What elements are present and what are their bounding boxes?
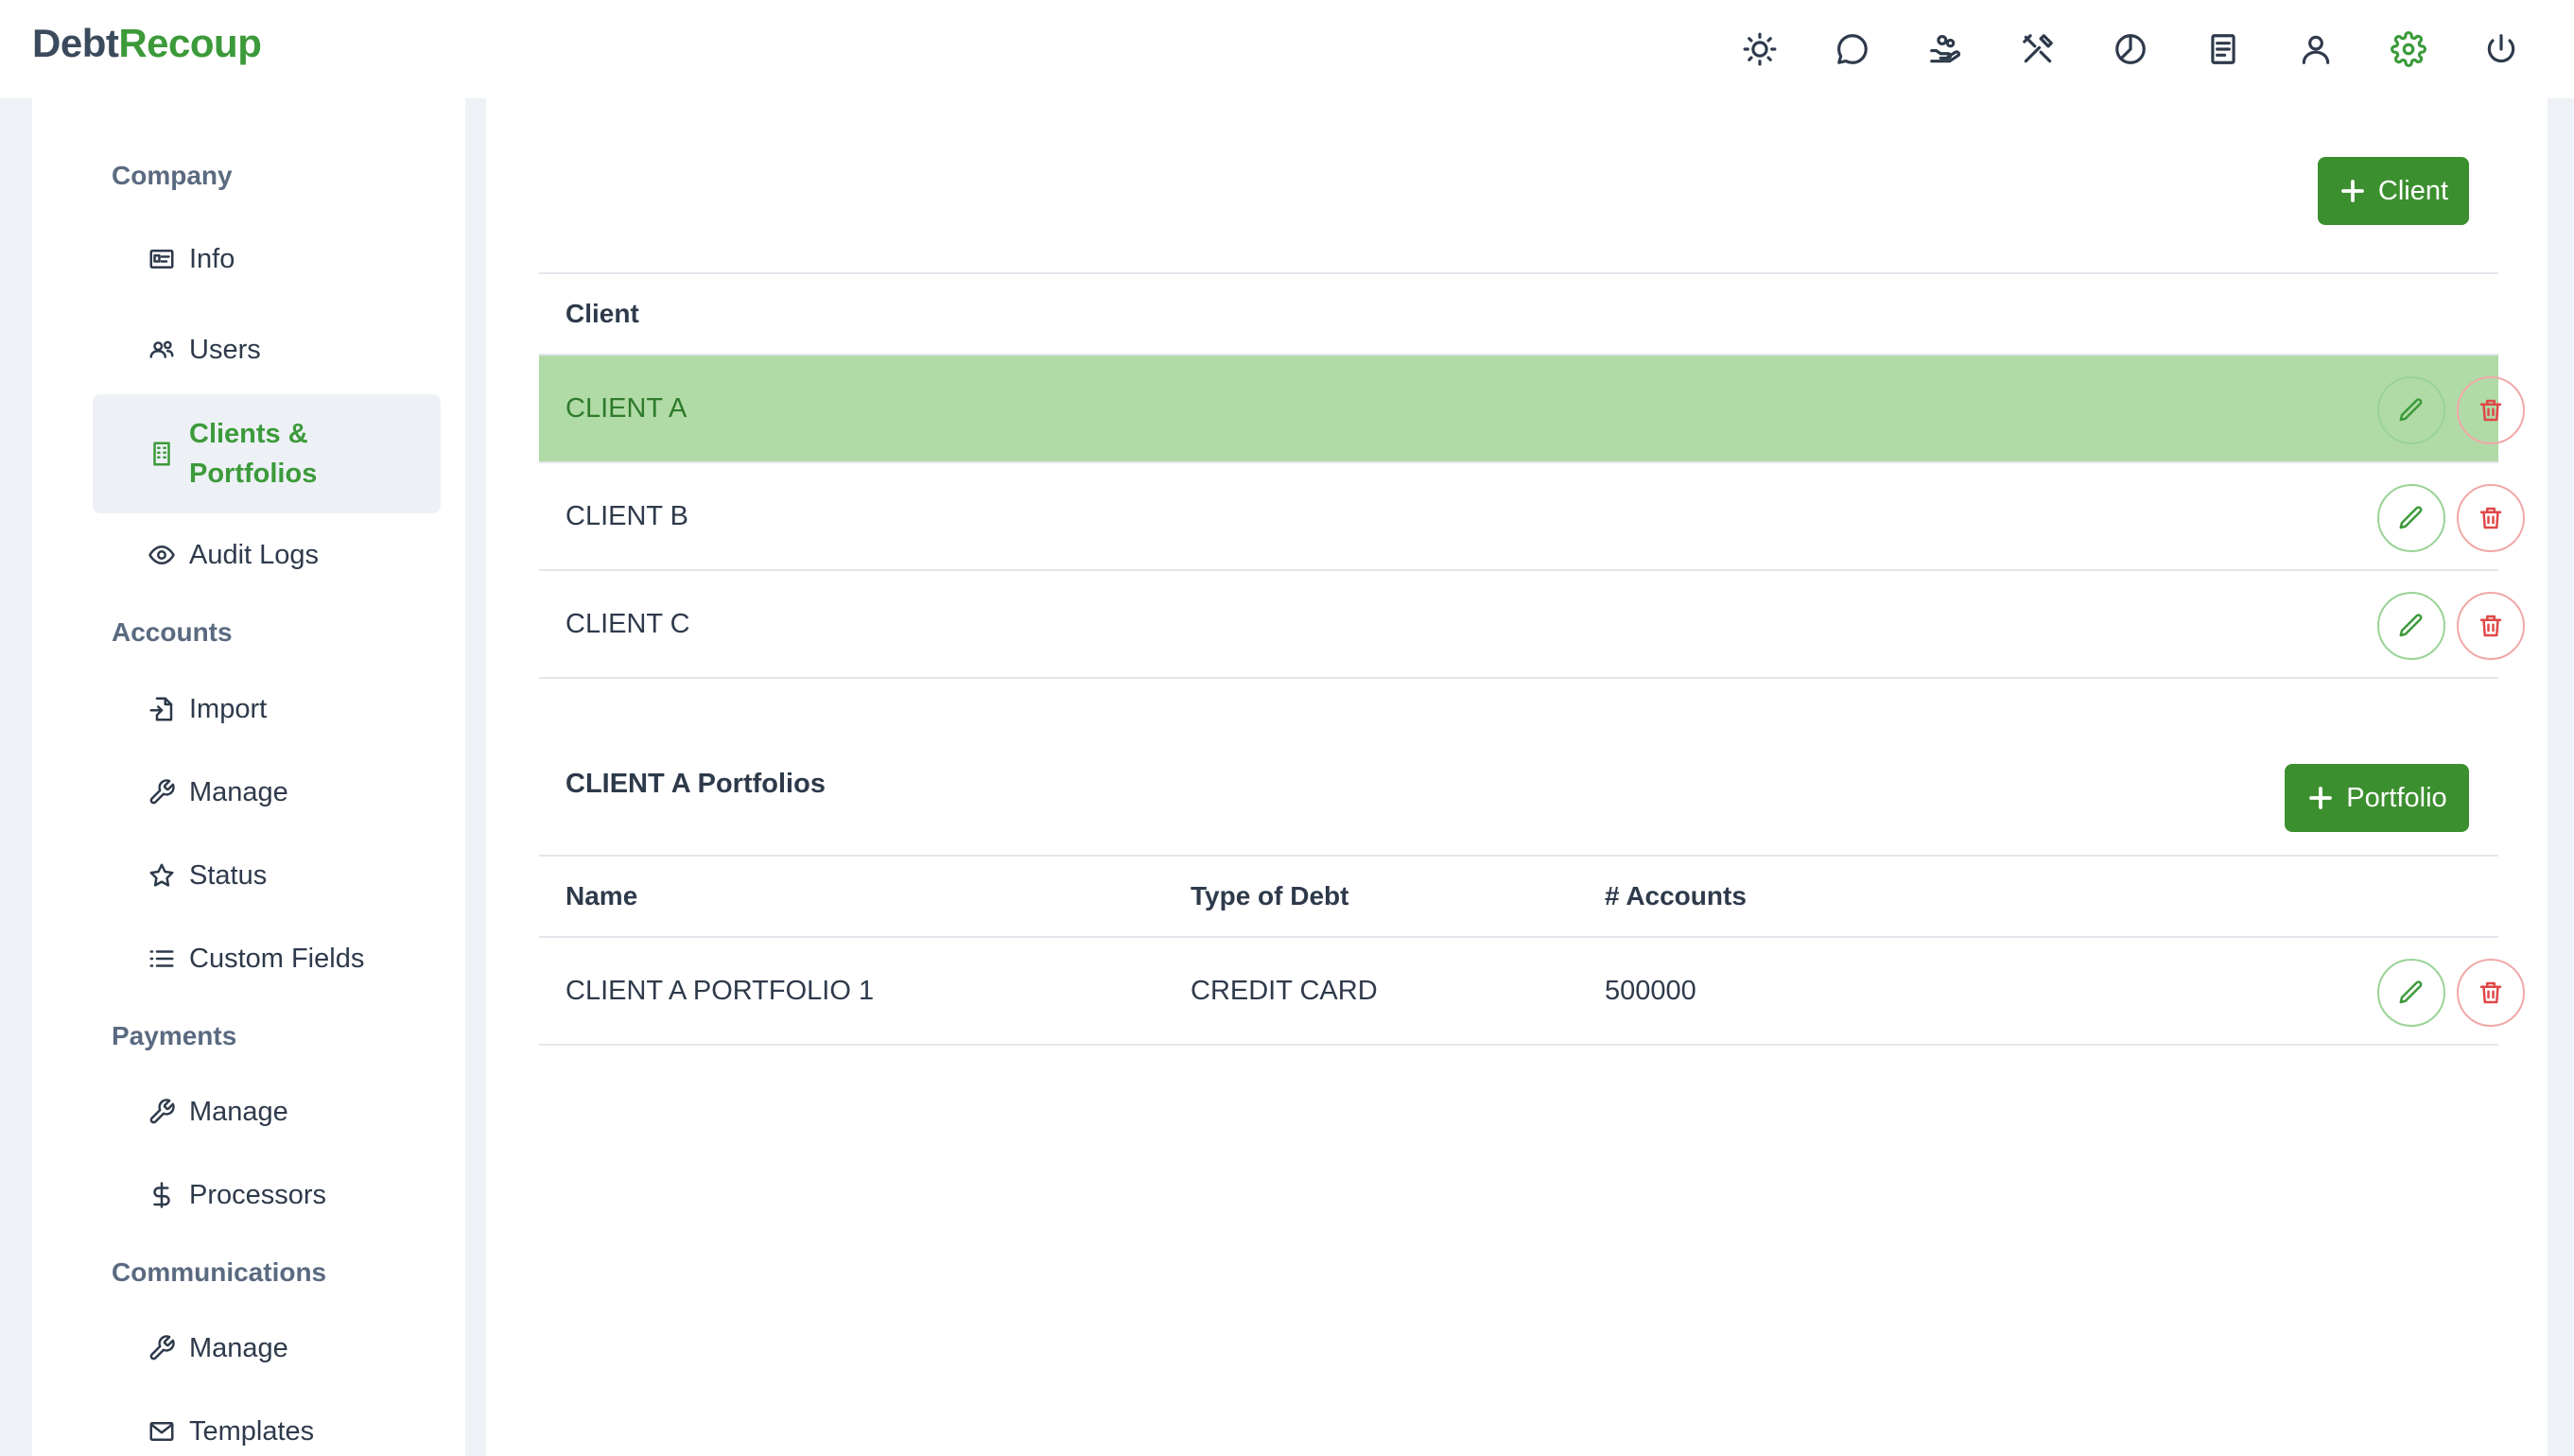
pencil-icon xyxy=(2399,614,2423,637)
add-portfolio-button[interactable]: Portfolio xyxy=(2285,764,2469,832)
user-icon[interactable] xyxy=(2290,24,2341,75)
sidebar-item-templates[interactable]: Templates xyxy=(93,1401,441,1456)
settings-sidebar: Company Info Users Clients & Portfolios … xyxy=(32,98,465,1456)
star-icon xyxy=(146,859,178,892)
edit-button[interactable] xyxy=(2377,376,2445,444)
eye-icon xyxy=(146,539,178,571)
trash-icon xyxy=(2479,507,2502,529)
sidebar-item-label: Clients & Portfolios xyxy=(189,419,318,489)
sidebar-item-label: Info xyxy=(189,243,235,274)
pencil-icon xyxy=(2399,398,2423,422)
sidebar-item-audit-logs[interactable]: Audit Logs xyxy=(93,525,441,585)
sidebar-item-import[interactable]: Import xyxy=(93,679,441,739)
divider xyxy=(539,272,2498,274)
client-name: CLIENT C xyxy=(565,609,690,639)
section-title-communications: Communications xyxy=(112,1257,327,1287)
chat-icon[interactable] xyxy=(1827,24,1878,75)
wrench-icon xyxy=(146,1332,178,1364)
portfolios-section-title: CLIENT A Portfolios xyxy=(565,769,826,799)
sidebar-item-label: Status xyxy=(189,859,268,891)
list-icon xyxy=(146,943,178,975)
sidebar-item-clients-portfolios[interactable]: Clients & Portfolios xyxy=(93,394,441,513)
table-row-portfolio[interactable]: CLIENT A PORTFOLIO 1 CREDIT CARD 500000 xyxy=(539,938,2525,1046)
sidebar-item-communications-manage[interactable]: Manage xyxy=(93,1318,441,1378)
sidebar-item-accounts-manage[interactable]: Manage xyxy=(93,762,441,823)
table-row-client-b[interactable]: CLIENT B xyxy=(539,463,2525,571)
sidebar-item-label: Users xyxy=(189,334,261,365)
mail-icon xyxy=(146,1415,178,1447)
sidebar-item-label: Manage xyxy=(189,1332,288,1363)
table-row-client-c[interactable]: CLIENT C xyxy=(539,571,2525,679)
edit-button[interactable] xyxy=(2377,592,2445,660)
power-icon[interactable] xyxy=(2476,24,2527,75)
hand-coins-icon[interactable] xyxy=(1920,24,1971,75)
pie-chart-icon[interactable] xyxy=(2105,24,2156,75)
column-header-name: Name xyxy=(565,881,638,910)
sun-icon[interactable] xyxy=(1734,24,1785,75)
delete-button[interactable] xyxy=(2457,959,2525,1027)
sidebar-item-label: Audit Logs xyxy=(189,539,320,570)
section-title-company: Company xyxy=(112,161,233,190)
delete-button[interactable] xyxy=(2457,484,2525,552)
edit-button[interactable] xyxy=(2377,959,2445,1027)
sidebar-item-status[interactable]: Status xyxy=(93,845,441,906)
wrench-icon xyxy=(146,776,178,808)
table-row-client-a[interactable]: CLIENT A xyxy=(539,355,2525,463)
gear-icon[interactable] xyxy=(2383,24,2434,75)
top-header: DebtRecoup xyxy=(0,0,2574,98)
app-logo[interactable]: DebtRecoup xyxy=(32,21,262,66)
dollar-icon xyxy=(146,1179,178,1211)
sidebar-item-info[interactable]: Info xyxy=(93,229,441,289)
client-name: CLIENT A xyxy=(565,393,687,424)
sidebar-item-processors[interactable]: Processors xyxy=(93,1165,441,1225)
logo-text-recoup: Recoup xyxy=(118,21,262,65)
main-content: Client Client CLIENT A CLIENT B CLIENT C… xyxy=(486,98,2548,1456)
section-title-payments: Payments xyxy=(112,1021,237,1050)
tools-icon[interactable] xyxy=(2012,24,2063,75)
sidebar-item-label: Manage xyxy=(189,776,288,807)
sidebar-item-label: Processors xyxy=(189,1179,327,1210)
column-header-type-of-debt: Type of Debt xyxy=(1191,881,1349,910)
divider xyxy=(539,855,2498,857)
sidebar-item-label: Templates xyxy=(189,1415,315,1447)
document-icon[interactable] xyxy=(2198,24,2249,75)
add-client-label: Client xyxy=(2377,175,2449,206)
sidebar-item-custom-fields[interactable]: Custom Fields xyxy=(93,928,441,989)
trash-icon xyxy=(2479,615,2502,637)
section-title-accounts: Accounts xyxy=(112,617,233,647)
portfolio-debt-type: CREDIT CARD xyxy=(1191,976,1378,1006)
plus-icon xyxy=(2309,787,2333,809)
users-icon xyxy=(146,334,178,366)
portfolio-accounts-count: 500000 xyxy=(1605,976,1696,1006)
id-card-icon xyxy=(146,243,178,275)
delete-button[interactable] xyxy=(2457,592,2525,660)
sidebar-item-label: Custom Fields xyxy=(189,943,365,974)
pencil-icon xyxy=(2399,506,2423,529)
wrench-icon xyxy=(146,1096,178,1128)
plus-icon xyxy=(2341,180,2364,202)
delete-button[interactable] xyxy=(2457,376,2525,444)
trash-icon xyxy=(2479,399,2502,422)
file-import-icon xyxy=(146,693,178,725)
logo-text-debt: Debt xyxy=(32,21,119,65)
sidebar-item-payments-manage[interactable]: Manage xyxy=(93,1082,441,1142)
add-client-button[interactable]: Client xyxy=(2318,157,2469,225)
sidebar-item-label: Import xyxy=(189,693,268,724)
portfolio-name: CLIENT A PORTFOLIO 1 xyxy=(565,976,875,1006)
edit-button[interactable] xyxy=(2377,484,2445,552)
trash-icon xyxy=(2479,981,2502,1004)
building-icon xyxy=(146,438,178,470)
client-name: CLIENT B xyxy=(565,501,689,531)
sidebar-item-users[interactable]: Users xyxy=(93,320,441,380)
add-portfolio-label: Portfolio xyxy=(2346,782,2447,813)
column-header-client: Client xyxy=(565,299,639,328)
pencil-icon xyxy=(2399,980,2423,1004)
column-header-accounts: # Accounts xyxy=(1605,881,1747,910)
sidebar-item-label: Manage xyxy=(189,1096,288,1127)
